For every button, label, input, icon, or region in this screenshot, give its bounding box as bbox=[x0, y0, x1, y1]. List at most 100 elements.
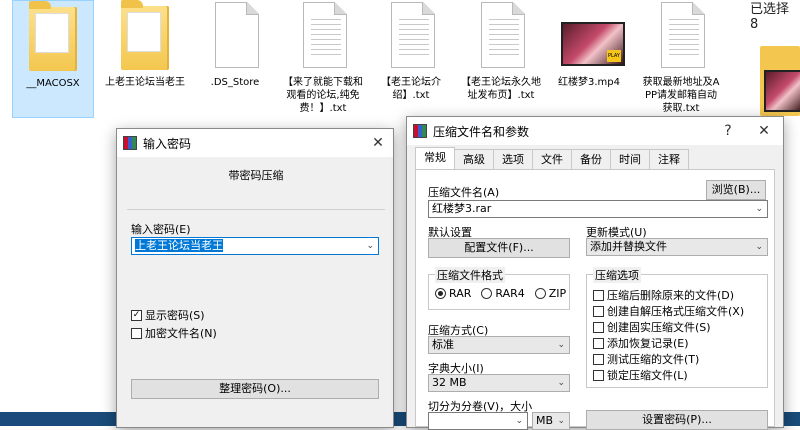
password-label: 输入密码(E) bbox=[131, 223, 191, 236]
password-input[interactable]: 上老王论坛当老王 ⌄ bbox=[131, 237, 379, 255]
text-file-icon bbox=[481, 2, 525, 68]
archive-name-input[interactable]: 红楼梦3.rar ⌄ bbox=[428, 200, 768, 218]
file-name: 【来了就能下载和观看的论坛,纯免费！】.txt bbox=[283, 77, 363, 114]
split-size-input[interactable]: ⌄ bbox=[428, 412, 528, 430]
chevron-down-icon[interactable]: ⌄ bbox=[366, 238, 374, 254]
dialog-title: 压缩文件名和参数 bbox=[433, 124, 530, 139]
option-label: 压缩后删除原来的文件(D) bbox=[607, 289, 735, 302]
close-icon[interactable]: ✕ bbox=[367, 133, 389, 153]
format-group-title: 压缩文件格式 bbox=[435, 267, 505, 283]
option-label: 测试压缩的文件(T) bbox=[607, 353, 700, 366]
file-name: 上老王论坛当老王 bbox=[105, 77, 185, 88]
folder-icon bbox=[121, 0, 169, 70]
file-name: 【老王论坛永久地址发布页】.txt bbox=[461, 77, 541, 101]
file-name: .DS_Store bbox=[210, 77, 260, 88]
method-value: 标准 bbox=[432, 338, 454, 351]
show-password-checkbox[interactable]: ✓ 显示密码(S) bbox=[131, 307, 205, 323]
browse-button[interactable]: 浏览(B)... bbox=[706, 180, 766, 200]
close-icon[interactable]: ✕ bbox=[753, 121, 775, 141]
tab-files[interactable]: 文件 bbox=[532, 149, 572, 169]
option-sfx[interactable]: 创建自解压格式压缩文件(X) bbox=[593, 303, 744, 319]
file-item-video[interactable]: PLAY 红楼梦3.mp4 bbox=[548, 0, 630, 118]
set-password-button[interactable]: 设置密码(P)... bbox=[586, 410, 768, 430]
checkbox-checked-icon: ✓ bbox=[131, 309, 142, 321]
file-icon bbox=[215, 2, 259, 68]
dict-select[interactable]: 32 MB ⌄ bbox=[428, 374, 570, 392]
text-file-icon bbox=[391, 2, 435, 68]
option-label: 创建自解压格式压缩文件(X) bbox=[607, 305, 745, 318]
folder-icon bbox=[29, 1, 77, 71]
format-zip-radio[interactable]: ZIP bbox=[534, 287, 567, 300]
tab-comment[interactable]: 注释 bbox=[649, 149, 689, 169]
tab-time[interactable]: 时间 bbox=[610, 149, 650, 169]
dict-value: 32 MB bbox=[432, 376, 467, 389]
dialog-title: 输入密码 bbox=[143, 136, 192, 151]
folder-icon bbox=[760, 46, 800, 116]
format-rar-radio[interactable]: RAR bbox=[435, 287, 471, 300]
file-item-txt-4[interactable]: 获取最新地址及APP请发邮箱自动获取.txt bbox=[640, 0, 722, 118]
winrar-icon bbox=[123, 136, 137, 150]
tab-options[interactable]: 选项 bbox=[493, 149, 533, 169]
chevron-down-icon: ⌄ bbox=[557, 340, 565, 350]
password-value: 上老王论坛当老王 bbox=[135, 239, 223, 252]
format-zip-label: ZIP bbox=[548, 287, 567, 300]
checkbox-icon bbox=[593, 353, 604, 365]
tab-advanced[interactable]: 高级 bbox=[454, 149, 494, 169]
selection-status: 已选择 8 bbox=[750, 2, 790, 32]
checkbox-icon bbox=[593, 321, 604, 333]
checkbox-icon bbox=[593, 337, 604, 349]
chevron-down-icon: ⌄ bbox=[557, 416, 565, 426]
file-item-txt-1[interactable]: 【来了就能下载和观看的论坛,纯免费！】.txt bbox=[282, 0, 364, 118]
split-unit-select[interactable]: MB ⌄ bbox=[532, 412, 570, 430]
update-mode-value: 添加并替换文件 bbox=[590, 240, 667, 253]
chevron-down-icon[interactable]: ⌄ bbox=[515, 413, 523, 429]
file-name: 获取最新地址及APP请发邮箱自动获取.txt bbox=[642, 77, 720, 114]
general-tab-panel: 压缩文件名(A) 浏览(B)... 红楼梦3.rar ⌄ 默认设置 配置文件(F… bbox=[415, 169, 775, 430]
radio-icon bbox=[481, 288, 493, 299]
encrypt-names-checkbox[interactable]: 加密文件名(N) bbox=[131, 325, 217, 341]
format-rar4-radio[interactable]: RAR4 bbox=[481, 287, 525, 300]
chevron-down-icon: ⌄ bbox=[557, 378, 565, 388]
option-lock[interactable]: 锁定压缩文件(L) bbox=[593, 367, 688, 383]
option-delete-after[interactable]: 压缩后删除原来的文件(D) bbox=[593, 287, 734, 303]
show-password-label: 显示密码(S) bbox=[145, 309, 205, 322]
help-icon[interactable]: ? bbox=[717, 121, 739, 141]
chevron-down-icon[interactable]: ⌄ bbox=[755, 201, 763, 217]
format-group: 压缩文件格式 RAR RAR4 ZIP bbox=[428, 267, 570, 310]
split-unit-value: MB bbox=[536, 414, 554, 427]
file-name: 【老王论坛介绍】.txt bbox=[381, 77, 441, 101]
divider bbox=[127, 209, 385, 210]
checkbox-icon bbox=[593, 305, 604, 317]
video-file-icon: PLAY bbox=[561, 22, 625, 66]
format-rar-label: RAR bbox=[449, 287, 472, 300]
profiles-button[interactable]: 配置文件(F)... bbox=[428, 238, 570, 258]
tab-general[interactable]: 常规 bbox=[415, 147, 455, 169]
option-label: 锁定压缩文件(L) bbox=[607, 369, 688, 382]
file-item-txt-2[interactable]: 【老王论坛介绍】.txt bbox=[370, 0, 452, 118]
checkbox-icon bbox=[593, 289, 604, 301]
checkbox-icon bbox=[593, 369, 604, 381]
file-item-folder-laowang[interactable]: 上老王论坛当老王 bbox=[104, 0, 186, 118]
file-item-ds-store[interactable]: .DS_Store bbox=[194, 0, 276, 118]
organize-passwords-button[interactable]: 整理密码(O)... bbox=[131, 379, 379, 399]
method-select[interactable]: 标准 ⌄ bbox=[428, 336, 570, 354]
radio-icon bbox=[534, 288, 546, 299]
file-item-macosx[interactable]: __MACOSX bbox=[12, 0, 94, 118]
archive-name-label: 压缩文件名(A) bbox=[428, 186, 500, 199]
option-recovery[interactable]: 添加恢复记录(E) bbox=[593, 335, 689, 351]
tab-backup[interactable]: 备份 bbox=[571, 149, 611, 169]
archive-name-value: 红楼梦3.rar bbox=[432, 202, 492, 215]
archive-dialog: 压缩文件名和参数 ? ✕ 常规 高级 选项 文件 备份 时间 注释 压缩文件名(… bbox=[406, 116, 784, 430]
file-item-txt-3[interactable]: 【老王论坛永久地址发布页】.txt bbox=[460, 0, 542, 118]
archive-dialog-titlebar: 压缩文件名和参数 ? ✕ bbox=[407, 117, 783, 145]
text-file-icon bbox=[303, 2, 347, 68]
update-mode-select[interactable]: 添加并替换文件 ⌄ bbox=[586, 238, 768, 256]
option-test[interactable]: 测试压缩的文件(T) bbox=[593, 351, 699, 367]
options-group-title: 压缩选项 bbox=[593, 267, 641, 283]
password-dialog-titlebar: 输入密码 ✕ bbox=[117, 129, 393, 157]
option-solid[interactable]: 创建固实压缩文件(S) bbox=[593, 319, 711, 335]
radio-selected-icon bbox=[435, 288, 446, 299]
chevron-down-icon: ⌄ bbox=[755, 242, 763, 252]
dialog-heading: 带密码压缩 bbox=[228, 169, 284, 182]
file-name: __MACOSX bbox=[26, 78, 80, 89]
